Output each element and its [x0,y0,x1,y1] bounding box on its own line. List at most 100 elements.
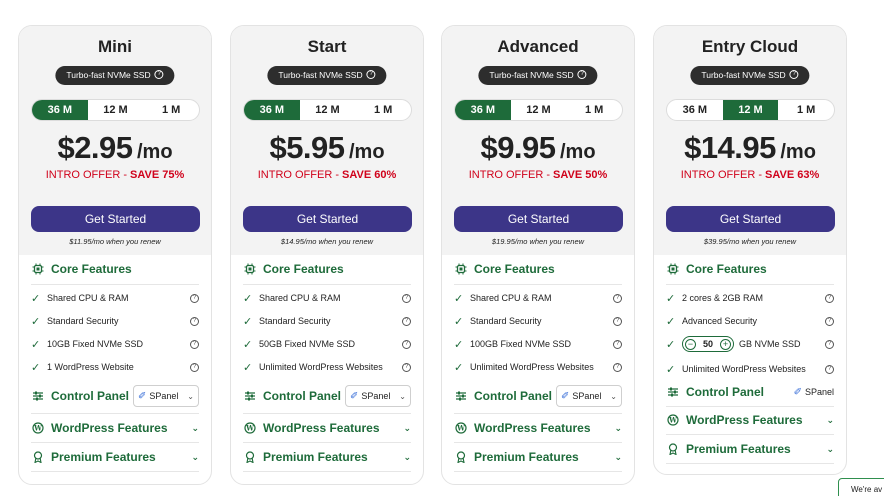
term-selector: 36 M 12 M 1 M [31,99,200,121]
badge-label: Turbo-fast NVMe SSD [701,70,786,80]
feature-item: ✓ Shared CPU & RAM? [454,291,622,305]
get-started-button[interactable]: Get Started [243,206,412,232]
question-circle-icon[interactable]: ? [190,339,199,349]
question-circle-icon[interactable]: ? [825,339,834,349]
get-started-button[interactable]: Get Started [31,206,200,232]
chat-label: We're av [851,485,883,494]
question-circle-icon[interactable]: ? [190,362,199,372]
premium-features-toggle[interactable]: Premium Features ⌄ [666,441,834,457]
price-amount: $14.95 [684,130,776,165]
section-title: WordPress Features [686,413,803,427]
nvme-badge[interactable]: Turbo-fast NVMe SSD? [267,66,387,85]
minus-icon[interactable]: − [685,338,696,350]
nvme-badge[interactable]: Turbo-fast NVMe SSD? [690,66,810,85]
plan-header: Advanced Turbo-fast NVMe SSD? 36 M 12 M … [442,26,634,255]
term-36m[interactable]: 36 M [455,100,511,120]
nvme-badge[interactable]: Turbo-fast NVMe SSD? [478,66,598,85]
feature-label: Unlimited WordPress Websites [470,362,594,372]
feature-label: Standard Security [470,316,542,326]
question-circle-icon[interactable]: ? [190,316,199,326]
term-36m[interactable]: 36 M [244,100,300,120]
divider [31,471,199,472]
feature-item: ✓ 10GB Fixed NVMe SSD? [31,337,199,351]
get-started-button[interactable]: Get Started [454,206,623,232]
term-12m[interactable]: 12 M [511,100,567,120]
question-circle-icon[interactable]: ? [366,70,376,80]
question-circle-icon[interactable]: ? [613,362,622,372]
check-icon: ✓ [243,315,253,328]
question-circle-icon[interactable]: ? [154,70,164,80]
control-panel-select[interactable]: ✐ SPanel ⌄ [556,385,622,407]
term-12m[interactable]: 12 M [722,100,779,120]
term-36m[interactable]: 36 M [32,100,88,120]
price: $9.95 /mo [442,130,634,166]
feature-item: ✓ Advanced Security? [666,314,834,328]
sliders-icon [454,389,468,403]
feature-item: ✓ Standard Security? [454,314,622,328]
award-icon [243,450,257,464]
question-circle-icon[interactable]: ? [402,362,411,372]
plan-header: Entry Cloud Turbo-fast NVMe SSD? 36 M 12… [654,26,846,255]
award-icon [454,450,468,464]
award-icon [31,450,45,464]
feature-label: Shared CPU & RAM [259,293,341,303]
section-title: Core Features [474,262,555,276]
question-circle-icon[interactable]: ? [825,364,834,374]
price-period: /mo [780,141,816,163]
term-12m[interactable]: 12 M [88,100,144,120]
badge-label: Turbo-fast NVMe SSD [489,70,574,80]
wordpress-features-toggle[interactable]: W WordPress Features ⌄ [31,420,199,436]
section-title: WordPress Features [474,421,591,435]
chip-icon [31,262,45,276]
wordpress-features-toggle[interactable]: W WordPress Features ⌄ [243,420,411,436]
get-started-button[interactable]: Get Started [666,206,835,232]
wordpress-features-toggle[interactable]: W WordPress Features ⌄ [454,420,622,436]
divider [243,442,411,443]
core-features-heading: Core Features [454,261,622,277]
save-percent: SAVE 60% [342,169,397,181]
award-icon [666,442,680,456]
intro-offer: INTRO OFFER - SAVE 60% [231,169,423,181]
feature-label: 1 WordPress Website [47,362,134,372]
chat-widget[interactable]: We're av [838,478,884,496]
question-circle-icon[interactable]: ? [613,293,622,303]
premium-features-toggle[interactable]: Premium Features ⌄ [454,449,622,465]
plus-icon[interactable]: + [720,338,731,350]
term-1m[interactable]: 1 M [355,100,411,120]
price-period: /mo [348,141,385,163]
control-panel-select[interactable]: ✐ SPanel ⌄ [345,385,411,407]
term-36m[interactable]: 36 M [667,100,723,120]
wordpress-features-toggle[interactable]: W WordPress Features ⌄ [666,412,834,428]
question-circle-icon[interactable]: ? [613,339,622,349]
term-1m[interactable]: 1 M [143,100,199,120]
question-circle-icon[interactable]: ? [825,316,834,326]
question-circle-icon[interactable]: ? [190,293,199,303]
feature-label: Advanced Security [682,316,758,326]
control-panel-value: ✐ SPanel [794,387,834,398]
chevron-down-icon: ⌄ [614,422,622,433]
stepper-value[interactable]: 50 [696,339,720,349]
check-icon: ✓ [31,338,41,351]
control-panel-row: Control Panel ✐ SPanel ⌄ [243,385,411,407]
control-panel-select[interactable]: ✐ SPanel ⌄ [133,385,199,407]
term-12m[interactable]: 12 M [300,100,356,120]
divider [243,413,411,414]
premium-features-toggle[interactable]: Premium Features ⌄ [31,449,199,465]
check-icon: ✓ [666,292,676,305]
question-circle-icon[interactable]: ? [402,316,411,326]
term-1m[interactable]: 1 M [566,100,622,120]
spanel-logo-icon: ✐ [138,390,147,402]
question-circle-icon[interactable]: ? [577,70,587,80]
question-circle-icon[interactable]: ? [402,339,411,349]
premium-features-toggle[interactable]: Premium Features ⌄ [243,449,411,465]
question-circle-icon[interactable]: ? [613,316,622,326]
chevron-down-icon: ⌄ [614,451,622,462]
nvme-badge[interactable]: Turbo-fast NVMe SSD? [55,66,175,85]
question-circle-icon[interactable]: ? [789,70,799,80]
intro-prefix: INTRO OFFER - [680,169,766,181]
question-circle-icon[interactable]: ? [402,293,411,303]
question-circle-icon[interactable]: ? [825,293,834,303]
section-title: Control Panel [474,389,553,403]
term-1m[interactable]: 1 M [778,100,834,120]
price-amount: $5.95 [269,130,345,165]
